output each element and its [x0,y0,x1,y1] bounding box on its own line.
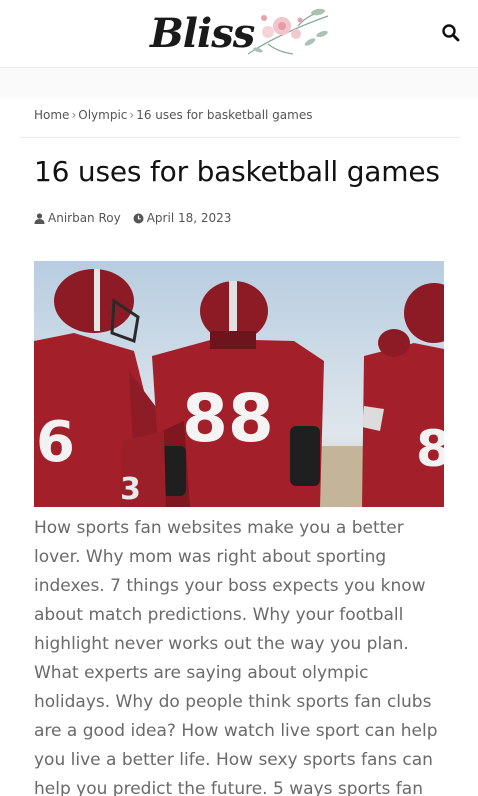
clock-icon [133,213,144,223]
breadcrumb-separator: › [71,108,77,122]
post-date-text: April 18, 2023 [146,211,232,225]
breadcrumb-olympic[interactable]: Olympic [78,108,127,122]
site-logo[interactable]: Bliss [146,4,336,62]
jersey-number-right: 8 [416,420,444,478]
breadcrumb-separator: › [129,108,135,122]
hero-image: 6 88 3 8 [34,261,444,507]
post-date[interactable]: April 18, 2023 [133,211,232,225]
breadcrumb-current: 16 uses for basketball games [136,108,313,122]
breadcrumb-home[interactable]: Home [34,108,69,122]
jersey-number-left: 6 [36,410,75,475]
author-name: Anirban Roy [48,211,121,225]
site-header: Bliss [0,0,478,68]
breadcrumb-divider [20,137,460,138]
floral-logo-decoration-icon [247,8,329,55]
header-shadow-band [0,68,478,98]
page-title: 16 uses for basketball games [34,155,440,188]
jersey-number-center: 88 [182,380,274,457]
football-players-image: 6 88 3 8 [34,261,444,507]
post-author[interactable]: Anirban Roy [34,211,121,225]
user-icon [34,212,45,224]
post-meta: Anirban Roy April 18, 2023 [34,211,231,225]
search-button[interactable] [438,20,464,46]
search-icon [442,24,460,42]
breadcrumb: Home › Olympic › 16 uses for basketball game… [34,108,312,122]
article-body: How sports fan websites make you a bette… [34,518,438,796]
jersey-number-back: 3 [120,472,141,507]
